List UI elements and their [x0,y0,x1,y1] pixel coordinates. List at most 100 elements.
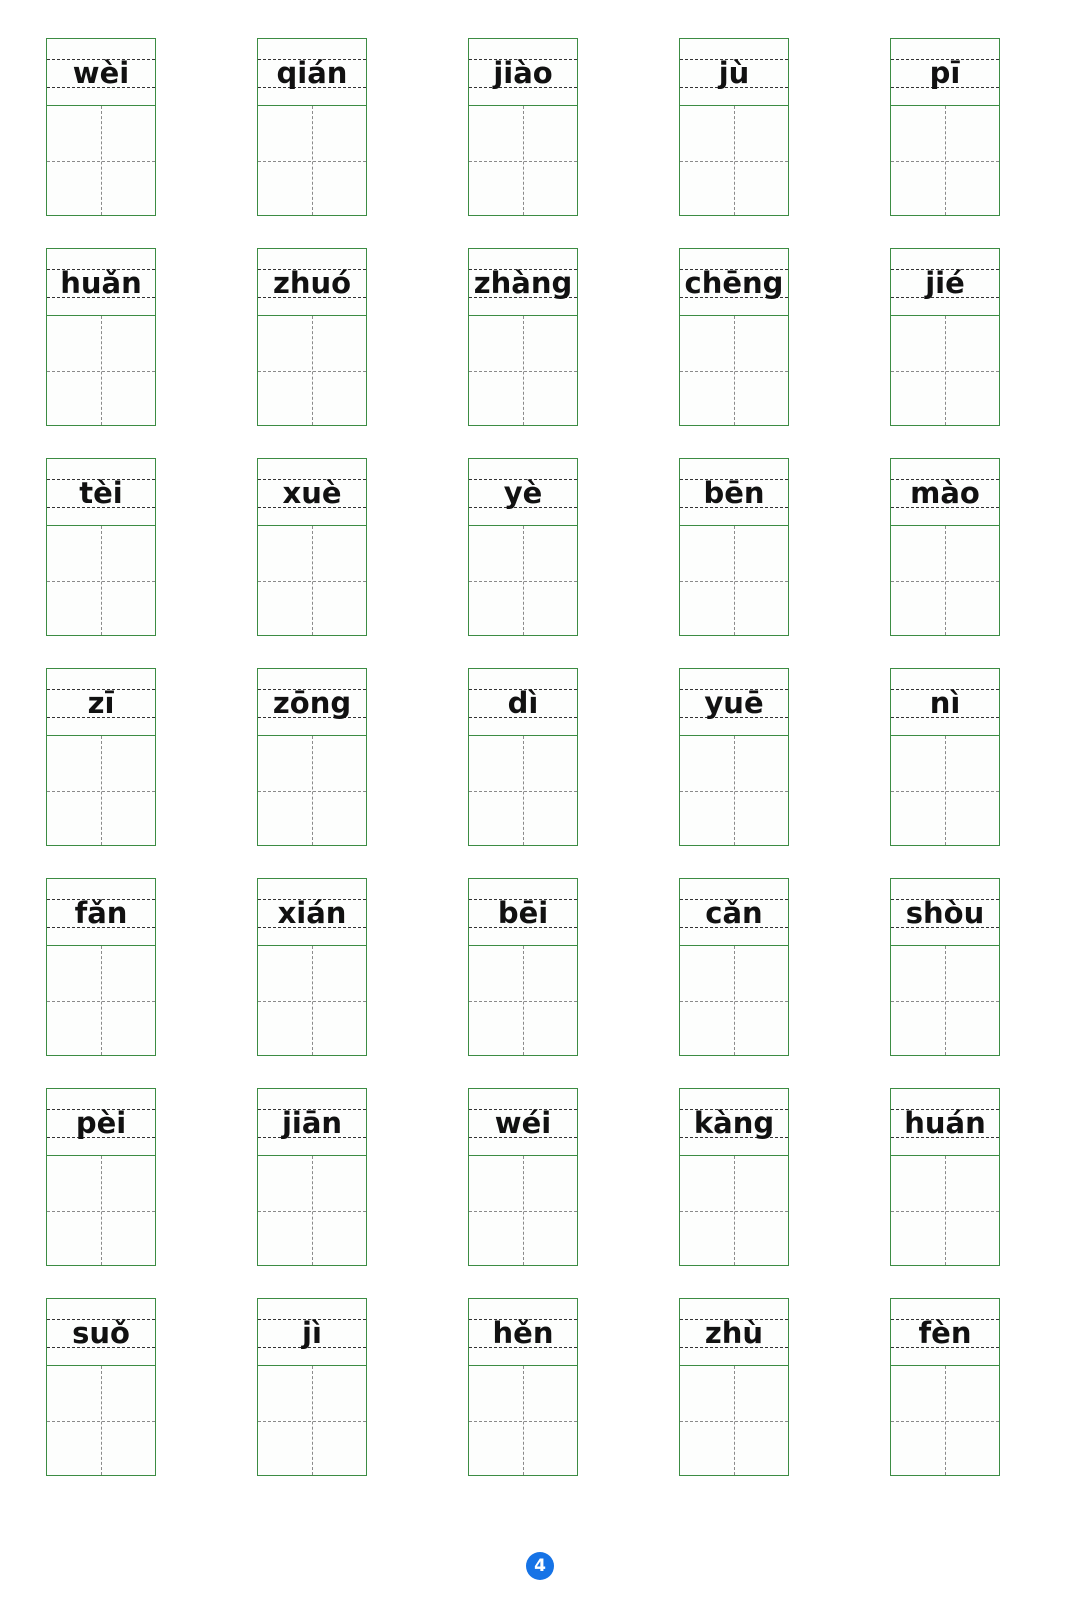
practice-cell[interactable]: qián [257,38,367,216]
pinyin-box[interactable]: dì [468,668,578,736]
character-grid-box[interactable] [468,106,578,216]
pinyin-box[interactable]: wéi [468,1088,578,1156]
pinyin-box[interactable]: nì [890,668,1000,736]
character-grid-box[interactable] [890,1366,1000,1476]
character-grid-box[interactable] [257,1366,367,1476]
character-grid-box[interactable] [468,526,578,636]
practice-cell[interactable]: fǎn [46,878,156,1056]
pinyin-box[interactable]: jié [890,248,1000,316]
pinyin-box[interactable]: zī [46,668,156,736]
practice-cell[interactable]: shòu [890,878,1000,1056]
character-grid-box[interactable] [257,1156,367,1266]
pinyin-box[interactable]: mào [890,458,1000,526]
practice-cell[interactable]: hěn [468,1298,578,1476]
practice-cell[interactable]: jié [890,248,1000,426]
practice-cell[interactable]: yuē [679,668,789,846]
practice-cell[interactable]: pèi [46,1088,156,1266]
pinyin-box[interactable]: jì [257,1298,367,1366]
pinyin-box[interactable]: cǎn [679,878,789,946]
pinyin-box[interactable]: huán [890,1088,1000,1156]
pinyin-box[interactable]: yè [468,458,578,526]
character-grid-box[interactable] [257,526,367,636]
pinyin-box[interactable]: bēi [468,878,578,946]
character-grid-box[interactable] [890,316,1000,426]
practice-cell[interactable]: suǒ [46,1298,156,1476]
character-grid-box[interactable] [257,946,367,1056]
character-grid-box[interactable] [468,316,578,426]
pinyin-box[interactable]: fèn [890,1298,1000,1366]
pinyin-box[interactable]: yuē [679,668,789,736]
practice-cell[interactable]: pī [890,38,1000,216]
pinyin-box[interactable]: jiān [257,1088,367,1156]
pinyin-box[interactable]: tèi [46,458,156,526]
character-grid-box[interactable] [468,736,578,846]
pinyin-box[interactable]: huǎn [46,248,156,316]
practice-cell[interactable]: bēi [468,878,578,1056]
character-grid-box[interactable] [890,736,1000,846]
pinyin-box[interactable]: xián [257,878,367,946]
practice-cell[interactable]: jiào [468,38,578,216]
practice-cell[interactable]: wéi [468,1088,578,1266]
pinyin-box[interactable]: chēng [679,248,789,316]
character-grid-box[interactable] [257,106,367,216]
pinyin-box[interactable]: fǎn [46,878,156,946]
practice-cell[interactable]: huán [890,1088,1000,1266]
pinyin-box[interactable]: zhàng [468,248,578,316]
character-grid-box[interactable] [46,106,156,216]
pinyin-box[interactable]: zhuó [257,248,367,316]
character-grid-box[interactable] [679,736,789,846]
character-grid-box[interactable] [890,106,1000,216]
character-grid-box[interactable] [46,946,156,1056]
practice-cell[interactable]: dì [468,668,578,846]
practice-cell[interactable]: nì [890,668,1000,846]
practice-cell[interactable]: zhù [679,1298,789,1476]
character-grid-box[interactable] [46,1366,156,1476]
pinyin-box[interactable]: pī [890,38,1000,106]
character-grid-box[interactable] [679,946,789,1056]
pinyin-box[interactable]: xuè [257,458,367,526]
pinyin-box[interactable]: bēn [679,458,789,526]
character-grid-box[interactable] [46,1156,156,1266]
practice-cell[interactable]: cǎn [679,878,789,1056]
character-grid-box[interactable] [679,526,789,636]
character-grid-box[interactable] [679,1156,789,1266]
character-grid-box[interactable] [679,316,789,426]
practice-cell[interactable]: huǎn [46,248,156,426]
character-grid-box[interactable] [46,316,156,426]
practice-cell[interactable]: bēn [679,458,789,636]
practice-cell[interactable]: zōng [257,668,367,846]
practice-cell[interactable]: xián [257,878,367,1056]
practice-cell[interactable]: xuè [257,458,367,636]
pinyin-box[interactable]: jiào [468,38,578,106]
character-grid-box[interactable] [890,946,1000,1056]
character-grid-box[interactable] [46,736,156,846]
practice-cell[interactable]: kàng [679,1088,789,1266]
pinyin-box[interactable]: zōng [257,668,367,736]
practice-cell[interactable]: fèn [890,1298,1000,1476]
character-grid-box[interactable] [257,736,367,846]
practice-cell[interactable]: wèi [46,38,156,216]
pinyin-box[interactable]: hěn [468,1298,578,1366]
character-grid-box[interactable] [468,1366,578,1476]
character-grid-box[interactable] [46,526,156,636]
character-grid-box[interactable] [468,1156,578,1266]
practice-cell[interactable]: zhàng [468,248,578,426]
practice-cell[interactable]: jù [679,38,789,216]
practice-cell[interactable]: zī [46,668,156,846]
practice-cell[interactable]: chēng [679,248,789,426]
pinyin-box[interactable]: pèi [46,1088,156,1156]
pinyin-box[interactable]: jù [679,38,789,106]
practice-cell[interactable]: tèi [46,458,156,636]
character-grid-box[interactable] [890,526,1000,636]
practice-cell[interactable]: yè [468,458,578,636]
practice-cell[interactable]: zhuó [257,248,367,426]
character-grid-box[interactable] [679,1366,789,1476]
practice-cell[interactable]: jiān [257,1088,367,1266]
character-grid-box[interactable] [468,946,578,1056]
pinyin-box[interactable]: zhù [679,1298,789,1366]
character-grid-box[interactable] [679,106,789,216]
character-grid-box[interactable] [890,1156,1000,1266]
pinyin-box[interactable]: suǒ [46,1298,156,1366]
pinyin-box[interactable]: shòu [890,878,1000,946]
practice-cell[interactable]: mào [890,458,1000,636]
